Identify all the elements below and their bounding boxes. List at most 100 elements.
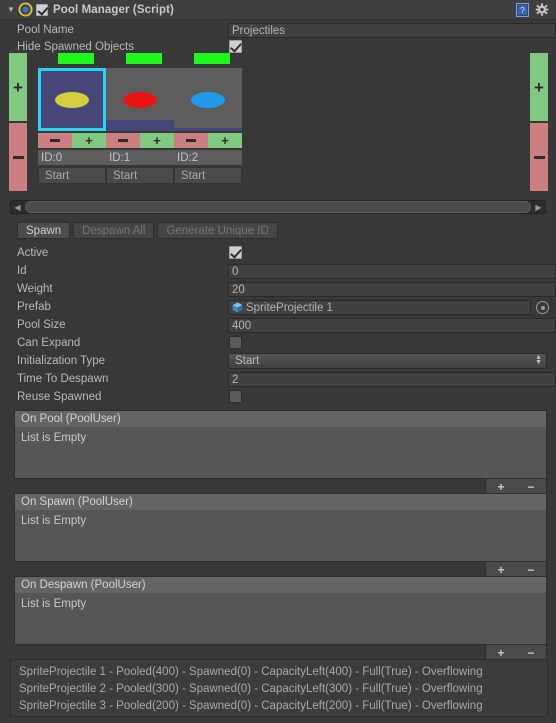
spawn-button[interactable]: Spawn [17,222,71,239]
pool-preview-thumbnail[interactable] [106,68,174,131]
event-list-empty-text: List is Empty [21,598,87,610]
pool-card-buttons: + [38,133,106,148]
row-id: Id 0 [0,262,556,280]
pool-size-label: Pool Size [17,319,66,331]
initialization-type-label: Initialization Type [17,355,106,367]
help-icon[interactable]: ? [516,2,529,17]
active-label: Active [17,247,49,259]
foldout-arrow-icon[interactable]: ▼ [4,3,18,17]
pool-status-bar [58,53,94,64]
row-weight: Weight 20 [0,280,556,298]
event-list-empty-text: List is Empty [21,515,87,527]
row-initialization-type: Initialization Type Start ▲ ▼ [0,352,556,370]
pool-preview-thumbnail[interactable] [174,68,242,131]
minus-icon [186,139,196,142]
pool-card-id-label: ID:2 [174,150,242,165]
event-list-body[interactable]: List is Empty [14,427,547,479]
thumbnail-canvas [106,68,174,131]
add-pool-button-right[interactable]: + [530,53,548,121]
pool-card-add-button[interactable]: + [72,133,106,148]
event-list-empty-text: List is Empty [21,432,87,444]
thumbnail-canvas [41,71,103,128]
status-line: SpriteProjectile 2 - Pooled(300) - Spawn… [19,683,483,695]
row-active: Active [0,244,556,262]
scrollbar-thumb[interactable] [25,201,531,213]
active-checkbox[interactable] [229,246,242,259]
gear-icon[interactable] [535,2,549,17]
prefab-object-field[interactable]: SpriteProjectile 1 [228,300,531,315]
pool-card-add-button[interactable]: + [140,133,174,148]
header-actions: ? [516,2,552,17]
pool-action-toolbar: Spawn Despawn All Generate Unique ID [17,222,278,239]
initialization-type-dropdown[interactable]: Start ▲ ▼ [228,353,547,369]
event-list-remove-button[interactable]: − [516,645,546,660]
row-prefab: Prefab SpriteProjectile 1 [0,298,556,316]
event-list-body[interactable]: List is Empty [14,510,547,562]
pool-card-buttons: + [106,133,174,148]
pool-card-add-button[interactable]: + [208,133,242,148]
pool-size-input[interactable]: 400 [228,318,556,333]
pool-card-init-label: Start [106,167,174,184]
remove-pool-button-left[interactable] [9,123,27,191]
minus-icon [533,155,545,159]
status-line: SpriteProjectile 3 - Pooled(200) - Spawn… [19,700,483,712]
pool-card-remove-button[interactable] [174,133,208,148]
event-list-on-pool: On Pool (PoolUser) List is Empty + − [14,410,547,497]
inspector-panel: ▼ Pool Manager (Script) ? Pool Name Proj… [0,0,556,723]
reuse-spawned-label: Reuse Spawned [17,391,102,403]
event-list-remove-button[interactable]: − [516,562,546,577]
prefab-value-text: SpriteProjectile 1 [246,301,333,314]
row-reuse-spawned: Reuse Spawned [0,388,556,406]
scroll-right-arrow-icon[interactable]: ▶ [532,201,545,213]
pool-status-bar [194,53,230,64]
event-list-on-despawn: On Despawn (PoolUser) List is Empty + − [14,576,547,663]
time-to-despawn-label: Time To Despawn [17,373,109,385]
minus-icon [12,155,24,159]
event-list-title: On Pool (PoolUser) [14,410,547,427]
pool-preview-thumbnail[interactable] [38,68,106,131]
pool-card-init-label: Start [174,167,242,184]
prefab-object-picker-button[interactable] [536,301,549,314]
event-list-add-button[interactable]: + [486,562,516,577]
generate-unique-id-button[interactable]: Generate Unique ID [157,222,278,239]
thumbnail-canvas [174,68,242,131]
pool-strip-horizontal-scrollbar[interactable]: ◀ ▶ [10,200,546,214]
add-pool-button-left[interactable]: + [9,53,27,121]
hide-spawned-objects-checkbox[interactable] [229,40,242,53]
component-header: ▼ Pool Manager (Script) ? [0,0,556,20]
prefab-label: Prefab [17,301,51,313]
event-list-body[interactable]: List is Empty [14,593,547,645]
pool-status-bar [126,53,162,64]
id-input[interactable]: 0 [228,264,556,279]
prefab-sprite-ellipse [191,91,225,108]
pool-list-buttons-left: + [9,53,27,191]
pool-name-input[interactable]: Projectiles [228,23,556,38]
row-pool-size: Pool Size 400 [0,316,556,334]
prefab-sprite-ellipse [123,91,157,108]
minus-icon [118,139,128,142]
event-list-remove-button[interactable]: − [516,479,546,494]
row-can-expand: Can Expand [0,334,556,352]
can-expand-label: Can Expand [17,337,81,349]
scrollbar-track[interactable] [24,201,532,213]
reuse-spawned-checkbox[interactable] [229,390,242,403]
chevron-updown-icon: ▲ ▼ [535,354,542,366]
script-icon [18,2,33,17]
component-enabled-checkbox[interactable] [36,3,48,16]
pool-card-remove-button[interactable] [38,133,72,148]
pool-card-init-label: Start [38,167,106,184]
weight-input[interactable]: 20 [228,282,556,297]
despawn-all-button[interactable]: Despawn All [73,222,155,239]
component-title: Pool Manager (Script) [53,3,174,16]
pool-card-id-label: ID:0 [38,150,106,165]
event-list-add-button[interactable]: + [486,645,516,660]
pool-card-remove-button[interactable] [106,133,140,148]
can-expand-checkbox[interactable] [229,336,242,349]
remove-pool-button-right[interactable] [530,123,548,191]
scroll-left-arrow-icon[interactable]: ◀ [11,201,24,213]
event-list-on-spawn: On Spawn (PoolUser) List is Empty + − [14,493,547,580]
event-list-add-button[interactable]: + [486,479,516,494]
id-label: Id [17,265,27,277]
svg-text:?: ? [520,5,525,15]
time-to-despawn-input[interactable]: 2 [228,372,556,387]
